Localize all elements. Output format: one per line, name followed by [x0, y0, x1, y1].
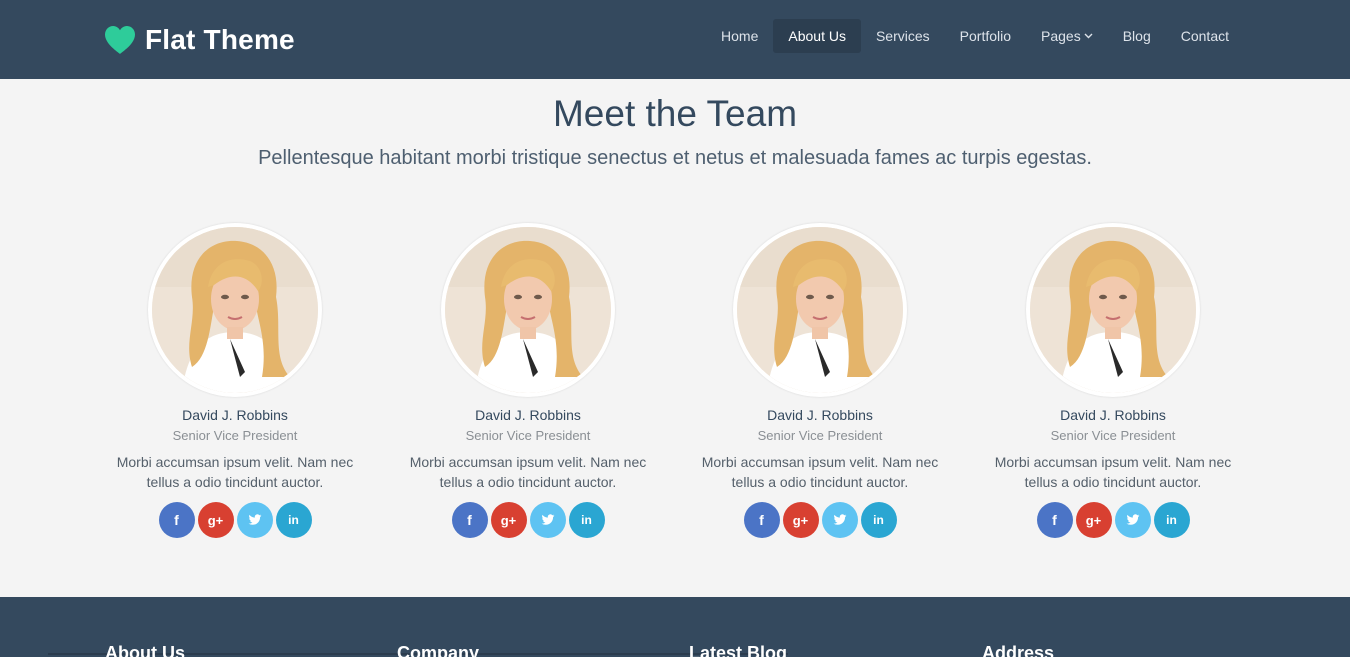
social-links: f g+ in	[110, 502, 360, 538]
nav-services-label: Services	[875, 28, 930, 44]
linkedin-icon[interactable]: in	[860, 502, 897, 538]
member-bio: Morbi accumsan ipsum velit. Nam nec tell…	[701, 454, 939, 490]
member-bio: Morbi accumsan ipsum velit. Nam nec tell…	[116, 454, 354, 490]
member-photo	[733, 223, 907, 397]
member-role: Senior Vice President	[1050, 428, 1176, 443]
google-plus-icon[interactable]: g+	[490, 502, 527, 538]
team-member-card: David J. Robbins Senior Vice President M…	[403, 223, 653, 538]
team-member-card: David J. Robbins Senior Vice President M…	[110, 223, 360, 538]
nav-home[interactable]: Home	[706, 19, 773, 53]
member-name: David J. Robbins	[182, 407, 288, 423]
facebook-icon[interactable]: f	[158, 502, 195, 538]
social-links: f g+ in	[988, 502, 1238, 538]
section-subtitle: Pellentesque habitant morbi tristique se…	[258, 147, 1092, 169]
google-plus-icon[interactable]: g+	[782, 502, 819, 538]
team-member-card: David J. Robbins Senior Vice President M…	[695, 223, 945, 538]
nav-contact[interactable]: Contact	[1166, 19, 1244, 53]
member-photo	[441, 223, 615, 397]
section-title: Meet the Team	[552, 93, 798, 134]
twitter-icon[interactable]	[821, 502, 858, 538]
member-name: David J. Robbins	[767, 407, 873, 423]
twitter-icon[interactable]	[529, 502, 566, 538]
member-photo	[148, 223, 322, 397]
heart-icon	[104, 25, 136, 55]
nav-about-us-label: About Us	[788, 28, 846, 44]
twitter-icon[interactable]	[236, 502, 273, 538]
team-section: Meet the Team Pellentesque habitant morb…	[0, 79, 1350, 597]
nav-portfolio[interactable]: Portfolio	[945, 19, 1026, 53]
member-bio: Morbi accumsan ipsum velit. Nam nec tell…	[994, 454, 1232, 490]
facebook-icon[interactable]: f	[451, 502, 488, 538]
member-role: Senior Vice President	[757, 428, 883, 443]
nav-home-label: Home	[721, 28, 759, 44]
facebook-icon[interactable]: f	[743, 502, 780, 538]
linkedin-icon[interactable]: in	[1153, 502, 1190, 538]
member-name: David J. Robbins	[475, 407, 581, 423]
member-bio: Morbi accumsan ipsum velit. Nam nec tell…	[409, 454, 647, 490]
nav-blog-label: Blog	[1122, 28, 1151, 44]
nav-pages-label: Pages	[1041, 28, 1081, 44]
nav-pages-dropdown[interactable]: Pages	[1026, 19, 1108, 53]
footer: About Us Company Latest Blog Address	[0, 597, 1350, 657]
member-role: Senior Vice President	[465, 428, 591, 443]
team-member-card: David J. Robbins Senior Vice President M…	[988, 223, 1238, 538]
brand-logo[interactable]: Flat Theme	[104, 24, 295, 56]
footer-heading-blog: Latest Blog	[689, 643, 788, 657]
footer-heading-address: Address	[982, 643, 1055, 657]
member-role: Senior Vice President	[172, 428, 298, 443]
member-name: David J. Robbins	[1060, 407, 1166, 423]
facebook-icon[interactable]: f	[1036, 502, 1073, 538]
nav-blog[interactable]: Blog	[1108, 19, 1166, 53]
main-nav: Home About Us Services Portfolio Pages B…	[706, 19, 1244, 53]
chevron-down-icon	[1084, 31, 1093, 42]
social-links: f g+ in	[403, 502, 653, 538]
linkedin-icon[interactable]: in	[275, 502, 312, 538]
footer-heading-about: About Us	[105, 643, 185, 657]
top-navbar: Flat Theme Home About Us Services Portfo…	[0, 0, 1350, 79]
member-photo	[1026, 223, 1200, 397]
nav-contact-label: Contact	[1180, 28, 1229, 44]
brand-name: Flat Theme	[145, 24, 295, 55]
linkedin-icon[interactable]: in	[568, 502, 605, 538]
nav-about-us[interactable]: About Us	[773, 19, 861, 53]
twitter-icon[interactable]	[1114, 502, 1151, 538]
nav-services[interactable]: Services	[861, 19, 945, 53]
google-plus-icon[interactable]: g+	[1075, 502, 1112, 538]
footer-heading-company: Company	[397, 643, 480, 657]
nav-portfolio-label: Portfolio	[959, 28, 1012, 44]
social-links: f g+ in	[695, 502, 945, 538]
google-plus-icon[interactable]: g+	[197, 502, 234, 538]
